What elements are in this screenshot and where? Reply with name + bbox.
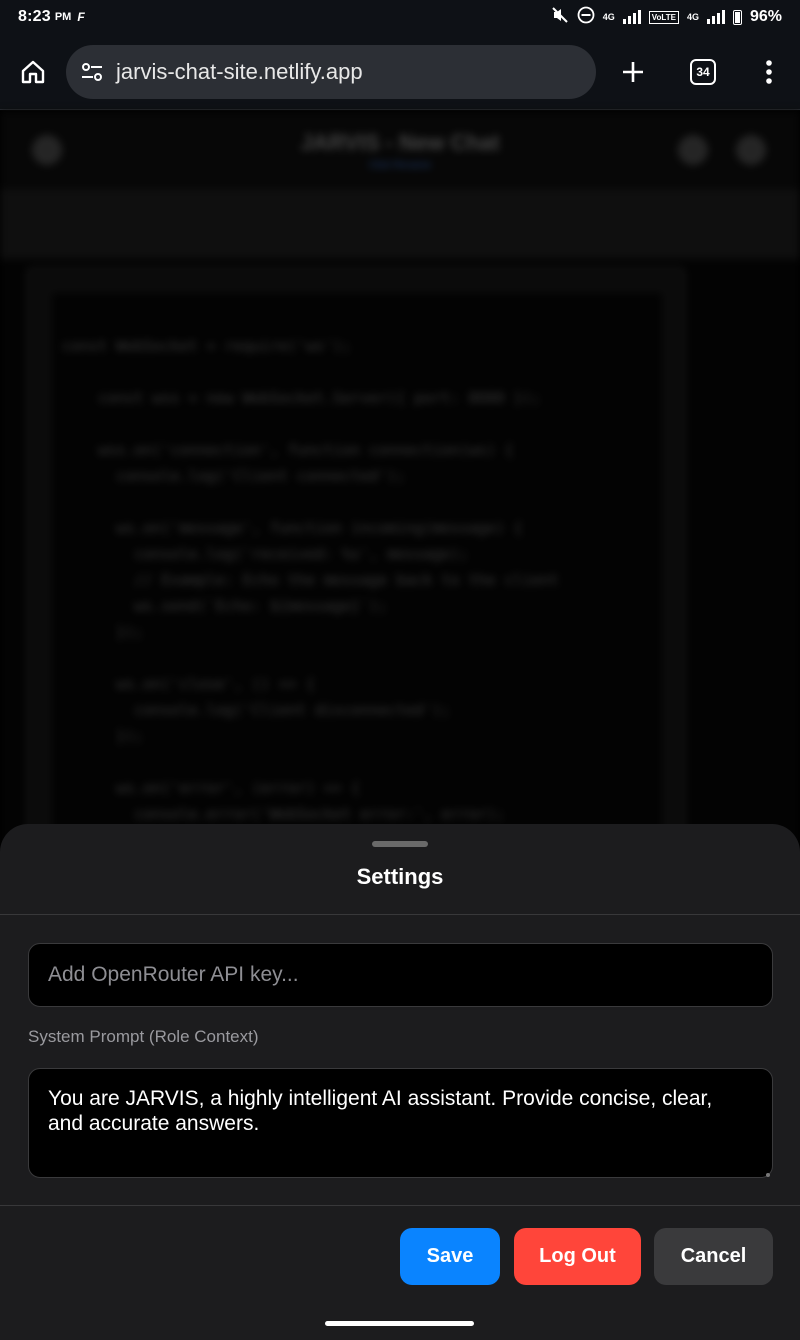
- menu-button[interactable]: [738, 59, 800, 85]
- plus-icon: [623, 61, 643, 82]
- battery-icon: [732, 9, 742, 25]
- home-icon: [21, 60, 45, 83]
- home-button[interactable]: [0, 59, 66, 85]
- tab-count: 34: [690, 58, 716, 85]
- header-divider: [0, 914, 800, 915]
- browser-toolbar: jarvis-chat-site.netlify.app 34: [0, 34, 800, 110]
- battery-percent: 96%: [749, 8, 782, 25]
- status-ampm: PM: [54, 11, 72, 23]
- logout-button[interactable]: Log Out: [514, 1228, 641, 1285]
- status-time: 8:23: [18, 8, 51, 25]
- network-type-2: 4G: [686, 11, 699, 22]
- site-settings-icon[interactable]: [80, 60, 104, 84]
- carrier-icon: F: [77, 10, 85, 24]
- save-button[interactable]: Save: [400, 1228, 500, 1285]
- url-text: jarvis-chat-site.netlify.app: [116, 58, 363, 84]
- cancel-button[interactable]: Cancel: [654, 1228, 773, 1285]
- status-icons: 4G VoLTE 4G 96%: [551, 6, 782, 29]
- status-bar: 8:23 PM F 4G VoLTE 4G 96%: [0, 0, 800, 34]
- footer-divider: [0, 1205, 800, 1206]
- mute-icon: [551, 6, 569, 29]
- signal-icon-1: [622, 10, 641, 24]
- settings-sheet: Settings System Prompt (Role Context) Yo…: [0, 824, 800, 1340]
- api-key-input[interactable]: [28, 943, 773, 1007]
- sheet-grabber[interactable]: [372, 841, 428, 847]
- volte-badge: VoLTE: [648, 10, 679, 24]
- tab-switcher-button[interactable]: 34: [668, 58, 738, 85]
- settings-title: Settings: [356, 864, 444, 889]
- new-tab-button[interactable]: [598, 60, 668, 84]
- system-prompt-label: System Prompt (Role Context): [28, 1027, 259, 1046]
- network-type-1: 4G: [602, 11, 615, 22]
- textarea-resize-handle[interactable]: [766, 1173, 770, 1177]
- home-indicator[interactable]: [325, 1321, 474, 1326]
- more-vert-icon: [766, 59, 772, 84]
- address-bar[interactable]: jarvis-chat-site.netlify.app: [66, 44, 596, 99]
- dnd-icon: [577, 6, 595, 29]
- system-prompt-textarea[interactable]: You are JARVIS, a highly intelligent AI …: [28, 1068, 773, 1178]
- signal-icon-2: [706, 10, 725, 24]
